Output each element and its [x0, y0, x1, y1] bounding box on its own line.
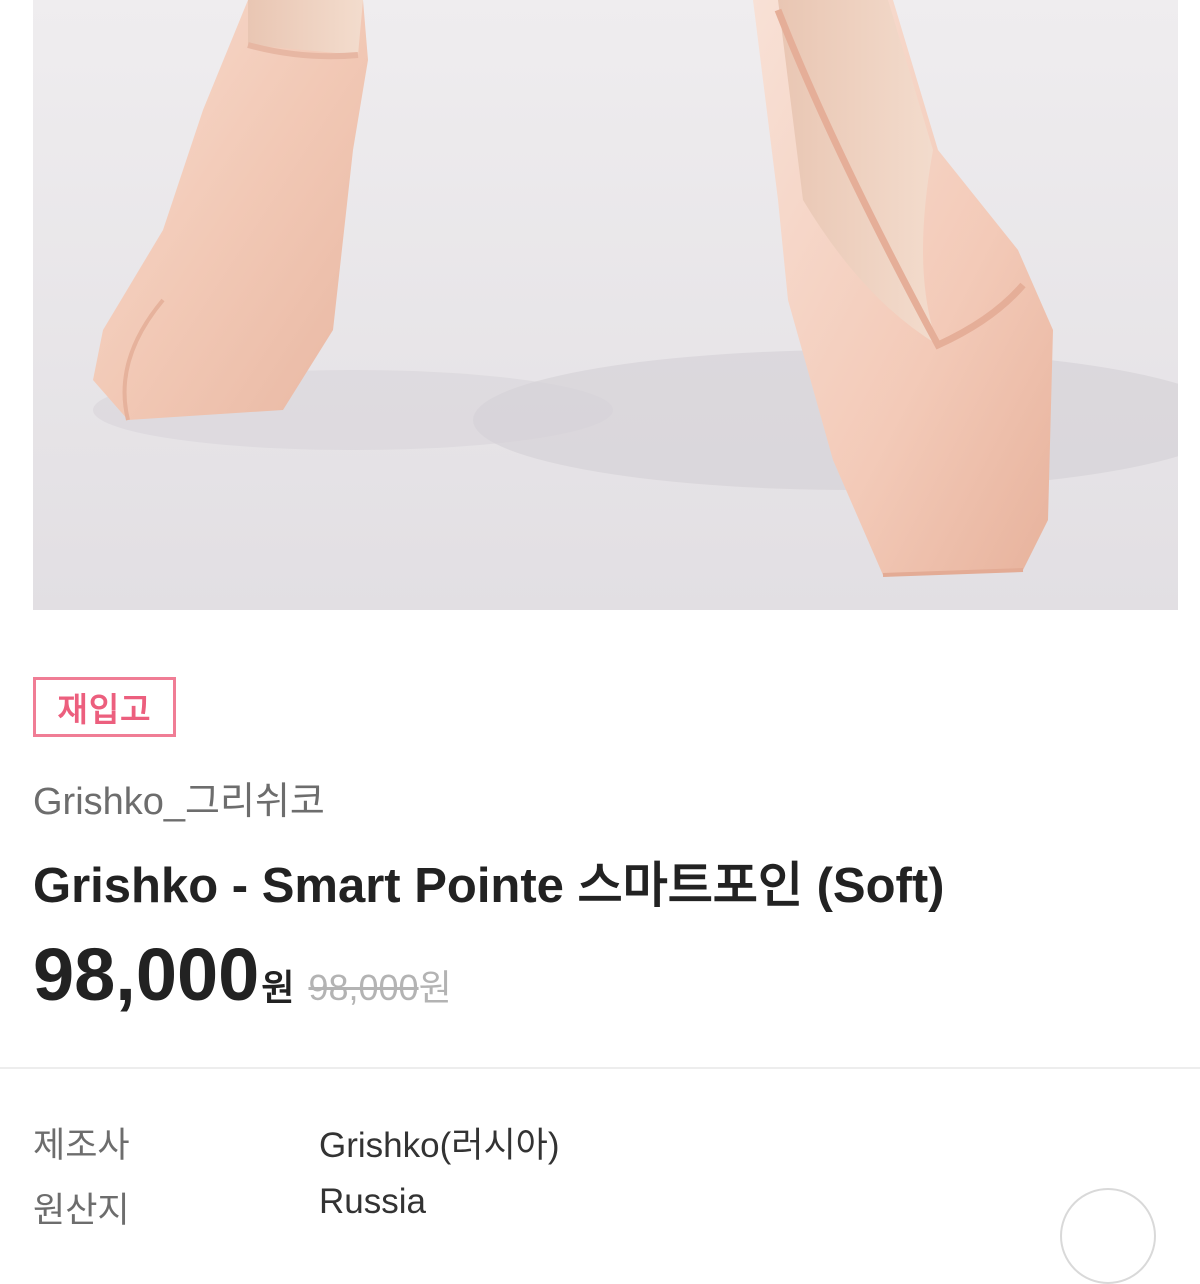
info-label: 원산지 [33, 1191, 130, 1230]
original-price-unit: 원 [418, 967, 452, 1008]
info-value: Grishko(러시아) [319, 1126, 560, 1165]
info-label: 제조사 [33, 1126, 130, 1165]
original-price: 98,000 [308, 967, 419, 1008]
section-divider [0, 1067, 1200, 1069]
pointe-shoes-photo [33, 0, 1178, 610]
product-title: Grishko - Smart Pointe 스마트포인 (Soft) [33, 859, 945, 913]
restock-badge: 재입고 [33, 677, 176, 737]
product-image[interactable] [33, 0, 1178, 610]
info-value: Russia [319, 1182, 426, 1221]
sale-price-unit: 원 [261, 967, 295, 1008]
sale-price: 98,000 [33, 933, 260, 1016]
price-row: 98,000 원 98,000 원 [33, 932, 452, 1017]
brand-name[interactable]: Grishko_그리쉬코 [33, 770, 325, 825]
scroll-top-icon[interactable] [1060, 1188, 1156, 1284]
